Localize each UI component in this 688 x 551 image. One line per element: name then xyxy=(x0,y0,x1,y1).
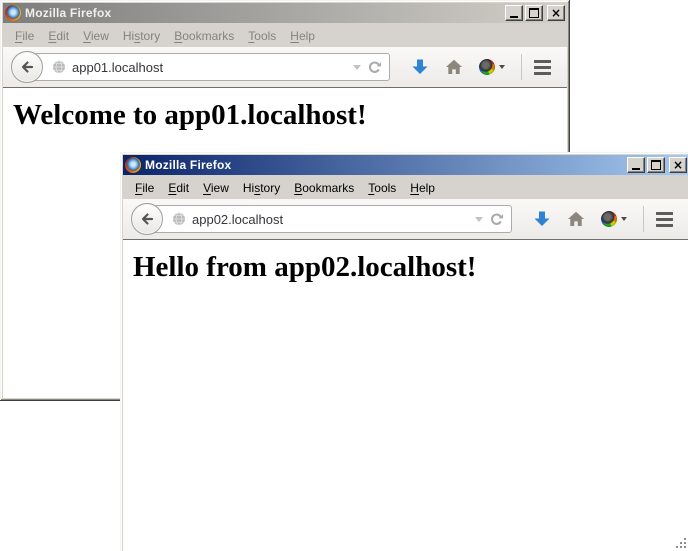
toolbar-separator xyxy=(643,206,644,232)
back-arrow-icon xyxy=(139,211,155,227)
desktop: Mozilla Firefox × File Edit View History… xyxy=(0,0,688,551)
download-button[interactable] xyxy=(525,203,559,235)
hamburger-icon xyxy=(534,60,551,63)
download-arrow-icon xyxy=(533,210,551,228)
menu-view[interactable]: View xyxy=(76,27,116,45)
url-bar[interactable]: app02.localhost xyxy=(147,205,512,233)
minimize-icon xyxy=(632,168,640,170)
maximize-icon xyxy=(651,160,661,170)
chevron-down-icon xyxy=(499,65,505,69)
url-bar[interactable]: app01.localhost xyxy=(27,53,390,81)
menu-edit[interactable]: Edit xyxy=(41,27,76,45)
navigation-toolbar: app02.localhost xyxy=(123,199,688,240)
menu-edit[interactable]: Edit xyxy=(161,179,196,197)
urlbar-dropdown-icon[interactable] xyxy=(353,65,361,70)
maximize-button[interactable] xyxy=(647,157,665,173)
firefox-window-app02: Mozilla Firefox × File Edit View History… xyxy=(120,152,688,551)
back-button[interactable] xyxy=(131,203,163,235)
page-heading: Hello from app02.localhost! xyxy=(133,251,688,284)
menu-file[interactable]: File xyxy=(128,179,161,197)
menu-bar: File Edit View History Bookmarks Tools H… xyxy=(3,24,567,47)
menu-help[interactable]: Help xyxy=(403,179,442,197)
app-menu-button[interactable] xyxy=(528,60,557,75)
globe-icon[interactable] xyxy=(172,212,186,226)
color-sphere-icon xyxy=(601,211,617,227)
menu-file[interactable]: File xyxy=(8,27,41,45)
menu-history[interactable]: History xyxy=(116,27,167,45)
firefox-icon[interactable] xyxy=(125,157,141,173)
globe-icon[interactable] xyxy=(52,60,66,74)
titlebar[interactable]: Mozilla Firefox × xyxy=(3,3,567,23)
close-button[interactable]: × xyxy=(547,5,565,21)
home-icon xyxy=(567,211,585,227)
menu-tools[interactable]: Tools xyxy=(241,27,283,45)
chevron-down-icon xyxy=(621,217,627,221)
close-button[interactable]: × xyxy=(669,157,687,173)
page-heading: Welcome to app01.localhost! xyxy=(13,99,567,132)
window-controls: × xyxy=(505,5,565,21)
minimize-button[interactable] xyxy=(505,5,523,21)
download-arrow-icon xyxy=(411,58,429,76)
home-button[interactable] xyxy=(559,203,593,235)
titlebar[interactable]: Mozilla Firefox × xyxy=(123,155,688,175)
close-icon: × xyxy=(673,160,683,170)
url-text[interactable]: app02.localhost xyxy=(192,212,283,227)
close-icon: × xyxy=(551,8,561,18)
urlbar-dropdown-icon[interactable] xyxy=(475,217,483,222)
color-sphere-icon xyxy=(479,59,495,75)
reload-icon[interactable] xyxy=(489,212,504,227)
window-controls: × xyxy=(627,157,687,173)
menu-bookmarks[interactable]: Bookmarks xyxy=(167,27,241,45)
window-title: Mozilla Firefox xyxy=(25,6,501,20)
menu-bookmarks[interactable]: Bookmarks xyxy=(287,179,361,197)
home-button[interactable] xyxy=(437,51,471,83)
menu-view[interactable]: View xyxy=(196,179,236,197)
maximize-button[interactable] xyxy=(525,5,543,21)
extension-button[interactable] xyxy=(471,51,513,83)
app-menu-button[interactable] xyxy=(650,212,679,227)
extension-button[interactable] xyxy=(593,203,635,235)
menu-tools[interactable]: Tools xyxy=(361,179,403,197)
download-button[interactable] xyxy=(403,51,437,83)
back-button[interactable] xyxy=(11,51,43,83)
back-arrow-icon xyxy=(19,59,35,75)
page-content-app02: Hello from app02.localhost! xyxy=(123,240,688,551)
toolbar-separator xyxy=(521,54,522,80)
reload-icon[interactable] xyxy=(367,60,382,75)
minimize-icon xyxy=(510,16,518,18)
url-text[interactable]: app01.localhost xyxy=(72,60,163,75)
home-icon xyxy=(445,59,463,75)
firefox-icon[interactable] xyxy=(5,5,21,21)
menu-help[interactable]: Help xyxy=(283,27,322,45)
minimize-button[interactable] xyxy=(627,157,645,173)
menu-bar: File Edit View History Bookmarks Tools H… xyxy=(123,176,688,199)
resize-grip-icon[interactable] xyxy=(674,536,688,550)
window-title: Mozilla Firefox xyxy=(145,158,623,172)
maximize-icon xyxy=(529,8,539,18)
hamburger-icon xyxy=(656,212,673,215)
navigation-toolbar: app01.localhost xyxy=(3,47,567,88)
menu-history[interactable]: History xyxy=(236,179,287,197)
